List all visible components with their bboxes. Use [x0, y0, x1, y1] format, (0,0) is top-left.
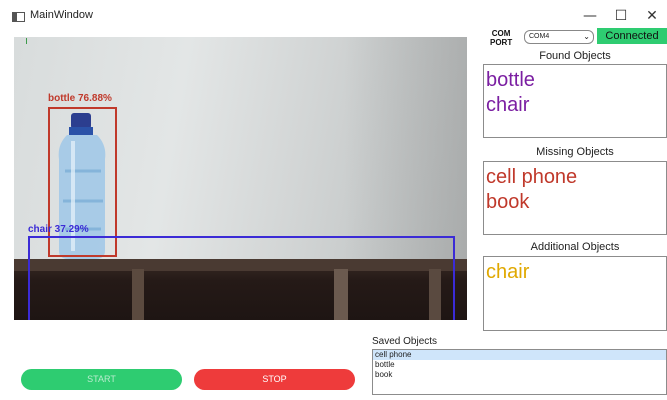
minimize-button[interactable]: —	[575, 6, 605, 26]
missing-object-item: book	[486, 191, 530, 213]
com-port-value: COM4	[529, 33, 550, 40]
missing-objects-heading: Missing Objects	[536, 146, 614, 158]
additional-objects-heading: Additional Objects	[530, 241, 620, 253]
close-button[interactable]: ✕	[637, 6, 667, 26]
com-port-label-line1: COM	[491, 29, 511, 38]
com-port-label-line2: PORT	[490, 38, 513, 47]
app-window-icon	[12, 12, 25, 22]
additional-objects-list: chair	[483, 256, 667, 331]
camera-feed: bottle 76.88% chair 37.29%	[14, 37, 467, 320]
title-bar: MainWindow — ☐ ✕	[0, 0, 667, 30]
saved-object-item[interactable]: cell phone	[373, 350, 666, 360]
stop-button[interactable]: STOP	[194, 369, 355, 390]
com-port-select[interactable]: COM4 ⌄	[524, 30, 594, 44]
saved-object-item[interactable]: bottle	[373, 360, 666, 370]
bottle-detection-label: bottle 76.88%	[48, 93, 112, 104]
start-button[interactable]: START	[21, 369, 182, 390]
found-objects-heading: Found Objects	[539, 50, 611, 62]
com-port-label: COM PORT	[490, 29, 512, 47]
found-object-item: bottle	[486, 69, 535, 91]
missing-objects-list: cell phone book	[483, 161, 667, 235]
found-objects-list: bottle chair	[483, 64, 667, 138]
window-title: MainWindow	[30, 9, 93, 21]
saved-objects-list[interactable]: cell phone bottle book	[372, 349, 667, 395]
chevron-down-icon: ⌄	[583, 32, 590, 41]
missing-object-item: cell phone	[486, 166, 578, 188]
maximize-button[interactable]: ☐	[606, 6, 636, 26]
chair-detection-box	[28, 236, 455, 320]
chair-detection-label: chair 37.29%	[28, 224, 89, 235]
saved-object-item[interactable]: book	[373, 370, 666, 380]
connection-status-badge[interactable]: Connected	[597, 28, 667, 44]
saved-objects-heading: Saved Objects	[372, 336, 438, 347]
additional-object-item: chair	[486, 261, 530, 283]
found-object-item: chair	[486, 94, 530, 116]
green-marker	[26, 38, 27, 44]
